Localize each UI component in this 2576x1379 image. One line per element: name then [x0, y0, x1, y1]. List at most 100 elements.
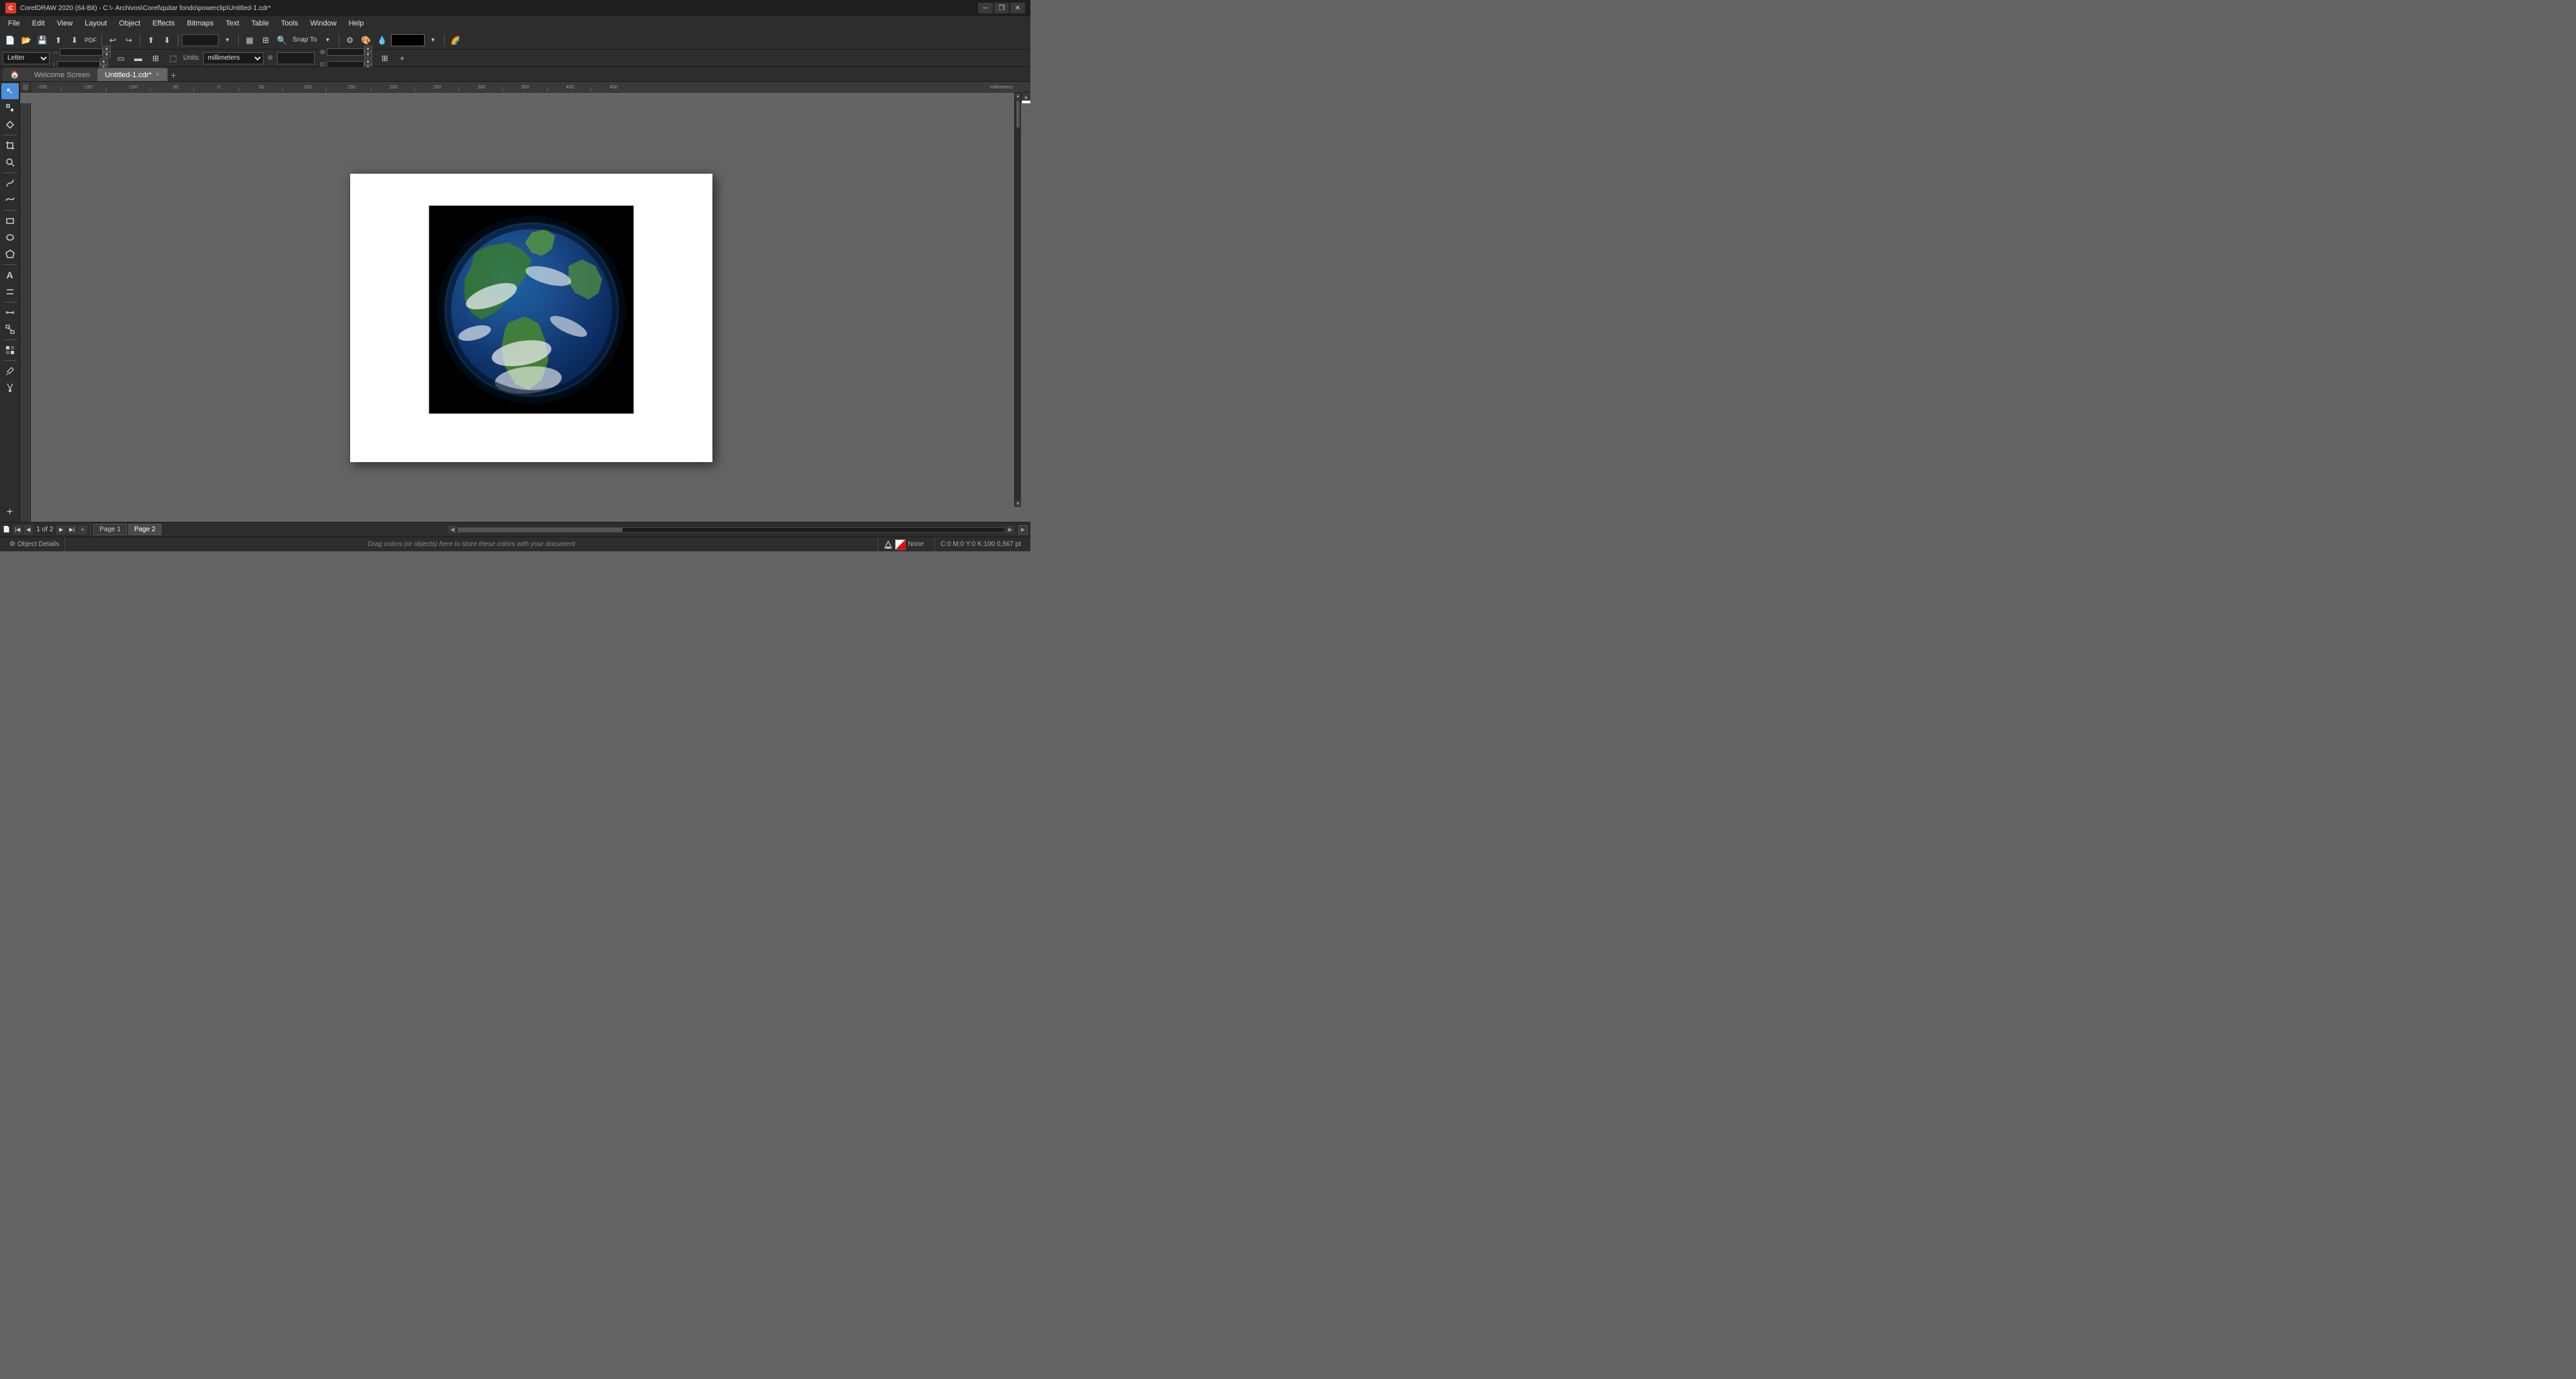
menu-effects[interactable]: Effects	[147, 18, 180, 29]
color-scroll-right[interactable]: ▶	[1006, 526, 1014, 534]
next-page-button[interactable]: ▶	[56, 525, 66, 535]
svg-text:100: 100	[304, 85, 312, 90]
color-scroll-left[interactable]: ◀	[448, 526, 456, 534]
snap-to-grid-button[interactable]: ⊞	[378, 51, 392, 66]
menu-file[interactable]: File	[3, 18, 25, 29]
menu-table[interactable]: Table	[246, 18, 274, 29]
import-file-button[interactable]: ⬆	[144, 33, 158, 48]
width-up[interactable]: ▲	[103, 46, 111, 52]
first-page-button[interactable]: |◀	[13, 525, 22, 535]
menu-tools[interactable]: Tools	[276, 18, 304, 29]
page-margins-button[interactable]: ⊞	[148, 51, 163, 66]
open-button[interactable]: 📂	[19, 33, 34, 48]
zoom-input[interactable]: 46%	[182, 34, 219, 46]
units-select[interactable]: millimeters	[203, 52, 264, 64]
crop-tool-button[interactable]	[1, 137, 19, 154]
color-management-button[interactable]: 🌈	[448, 33, 463, 48]
menu-view[interactable]: View	[52, 18, 78, 29]
height-up[interactable]: ▲	[100, 58, 108, 64]
palette-scroll-up[interactable]: ▲	[1022, 93, 1030, 101]
tab-untitled[interactable]: Untitled-1.cdr* ✕	[97, 68, 167, 81]
new-button[interactable]: 📄	[3, 33, 17, 48]
color-fill-swatch[interactable]	[391, 34, 425, 46]
color-scroll-track[interactable]	[458, 527, 1005, 533]
tab-welcome[interactable]: Welcome Screen	[27, 68, 98, 81]
zoom-tool-button[interactable]	[1, 154, 19, 170]
tool-sep-7	[3, 360, 17, 361]
smart-draw-button[interactable]	[1, 192, 19, 208]
close-button[interactable]: ✕	[1010, 3, 1025, 13]
nudge-input[interactable]: 0,1 mm	[277, 52, 315, 64]
view-grid-button[interactable]: ▦	[242, 33, 257, 48]
transform-tool-button[interactable]	[1, 117, 19, 133]
svg-text:-100: -100	[128, 85, 138, 90]
rectangle-tool-button[interactable]	[1, 213, 19, 229]
redo-button[interactable]: ↪	[121, 33, 136, 48]
vscroll-thumb[interactable]	[1016, 101, 1020, 127]
title-bar: C CorelDRAW 2020 (64-Bit) - C:\- Archivo…	[0, 0, 1030, 16]
text-tool-button[interactable]: A	[1, 267, 19, 283]
eyedropper-tool-button[interactable]	[1, 363, 19, 379]
dimension-tool-button[interactable]	[1, 305, 19, 321]
grid-h-input[interactable]: 5,0 mm	[327, 48, 364, 56]
nudge-spinbox: 0,1 mm	[277, 52, 315, 64]
freehand-tool-button[interactable]	[1, 175, 19, 191]
width-down[interactable]: ▼	[103, 52, 111, 58]
add-page-button[interactable]: +	[395, 51, 410, 66]
fill-tool-button[interactable]	[1, 380, 19, 396]
portrait-button[interactable]: ▭	[113, 51, 128, 66]
grid-h-up[interactable]: ▲	[364, 46, 372, 52]
tab-home[interactable]: 🏠	[3, 68, 27, 81]
ellipse-tool-button[interactable]	[1, 229, 19, 245]
object-details-section[interactable]: ⚙ Object Details	[4, 537, 65, 551]
save-button[interactable]: 💾	[35, 33, 50, 48]
color-dropdown[interactable]: ▼	[426, 33, 441, 48]
parallel-tool-button[interactable]	[1, 284, 19, 300]
page-bleed-button[interactable]: ⬚	[166, 51, 180, 66]
menu-window[interactable]: Window	[305, 18, 342, 29]
width-input[interactable]: 279,4 mm	[60, 48, 103, 56]
checkerboard-button[interactable]	[1, 342, 19, 358]
fill-indicator: None	[877, 537, 929, 551]
node-tool-button[interactable]	[1, 100, 19, 116]
earth-image	[429, 206, 634, 414]
menu-text[interactable]: Text	[220, 18, 244, 29]
color-scroll-thumb[interactable]	[458, 528, 622, 532]
menu-edit[interactable]: Edit	[27, 18, 50, 29]
view-guidelines-button[interactable]: ⊞	[258, 33, 273, 48]
grid-v-up[interactable]: ▲	[364, 58, 372, 64]
menu-help[interactable]: Help	[343, 18, 370, 29]
dropper-button[interactable]: 💧	[375, 33, 390, 48]
restore-button[interactable]: ❐	[994, 3, 1009, 13]
document-canvas[interactable]	[31, 103, 1030, 522]
add-page-nav-button[interactable]: +	[78, 525, 87, 535]
prev-page-button[interactable]: ◀	[23, 525, 33, 535]
page-2-tab[interactable]: Page 2	[128, 524, 162, 535]
polygon-tool-button[interactable]	[1, 246, 19, 262]
tab-close-icon[interactable]: ✕	[155, 71, 160, 78]
paper-size-select[interactable]: Letter	[3, 52, 50, 64]
zoom-dropdown[interactable]: ▼	[220, 33, 235, 48]
connector-tool-button[interactable]	[1, 321, 19, 337]
vertical-scrollbar[interactable]: ▲ ▼	[1014, 93, 1021, 507]
menu-bitmaps[interactable]: Bitmaps	[182, 18, 219, 29]
tab-add-button[interactable]: +	[168, 69, 180, 81]
add-tool-button[interactable]: +	[1, 504, 19, 520]
svg-text:0: 0	[217, 85, 220, 90]
palette-expand[interactable]: ▶	[1018, 525, 1028, 535]
svg-text:150: 150	[347, 85, 356, 90]
view-snap-button[interactable]: 🔍	[274, 33, 289, 48]
vscroll-down[interactable]: ▼	[1015, 500, 1021, 507]
landscape-button[interactable]: ▬	[131, 51, 146, 66]
fill-icon	[883, 540, 893, 549]
export-file-button[interactable]: ⬇	[160, 33, 174, 48]
content-area: ↖	[0, 82, 1030, 522]
menu-layout[interactable]: Layout	[79, 18, 112, 29]
pick-tool-button[interactable]: ↖	[1, 83, 19, 99]
grid-h-down[interactable]: ▼	[364, 52, 372, 58]
last-page-button[interactable]: ▶|	[67, 525, 76, 535]
page-1-tab[interactable]: Page 1	[93, 524, 127, 535]
menu-object[interactable]: Object	[113, 18, 146, 29]
vscroll-up[interactable]: ▲	[1015, 93, 1021, 99]
minimize-button[interactable]: ─	[978, 3, 993, 13]
